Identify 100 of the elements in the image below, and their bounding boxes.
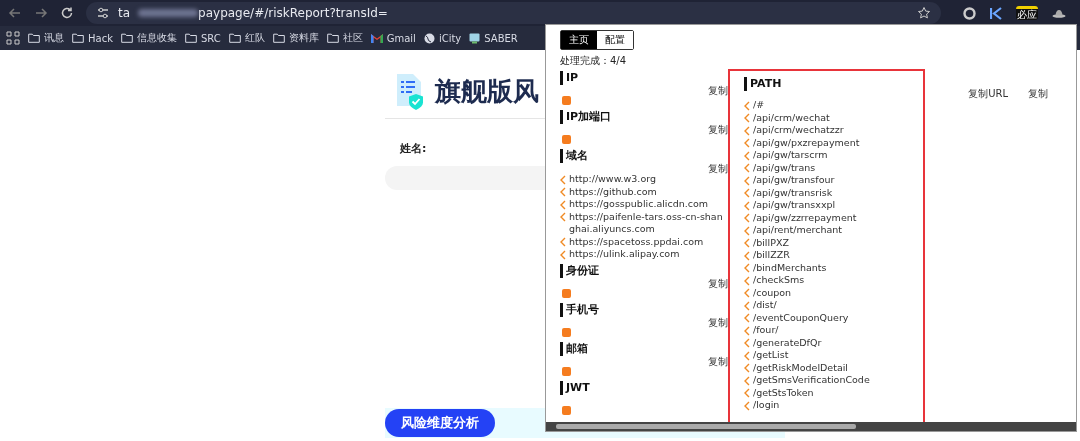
- path-item[interactable]: /api/gw/zzrrepayment: [753, 211, 857, 224]
- folder-icon: [28, 33, 40, 43]
- bookmark[interactable]: 红队: [228, 31, 265, 45]
- back-icon[interactable]: [8, 6, 22, 20]
- bookmark[interactable]: Gmail: [370, 32, 416, 44]
- copy-link[interactable]: 复制: [708, 85, 728, 95]
- path-item[interactable]: /eventCouponQuery: [753, 311, 849, 324]
- copy-link[interactable]: 复制: [708, 163, 728, 173]
- chevron-icon: [560, 237, 566, 247]
- section-heading: IP: [560, 71, 579, 85]
- section-heading: 域名: [560, 149, 588, 163]
- copy-link[interactable]: 复制: [1028, 88, 1048, 99]
- chevron-icon: [744, 188, 750, 198]
- copy-url-link[interactable]: 复制URL: [968, 88, 1008, 99]
- path-item[interactable]: /checkSms: [753, 274, 805, 287]
- domain-link[interactable]: https://github.com: [569, 185, 657, 198]
- folder-icon: [272, 33, 285, 43]
- address-bar[interactable]: ta paypage/#/riskReport?transId=: [86, 2, 941, 24]
- bookmark[interactable]: 信息收集: [120, 31, 177, 45]
- path-item[interactable]: /api/crm/wechat: [753, 111, 830, 124]
- chevron-icon: [744, 250, 750, 261]
- extension-badge[interactable]: 必应: [1016, 6, 1038, 20]
- copy-link[interactable]: 复制: [708, 355, 728, 366]
- chevron-icon: [560, 212, 566, 222]
- chevron-icon: [744, 200, 750, 211]
- folder-icon: [326, 33, 339, 43]
- copy-link[interactable]: 复制: [708, 124, 728, 134]
- risk-analysis-button[interactable]: 风险维度分析: [385, 409, 495, 437]
- domain-link[interactable]: https://gosspublic.alicdn.com: [569, 198, 709, 211]
- ring-icon[interactable]: [963, 6, 976, 20]
- apps-icon[interactable]: [6, 31, 20, 45]
- chevron-icon: [560, 249, 566, 260]
- horizontal-scrollbar[interactable]: [546, 422, 1076, 431]
- status-text: 处理完成：4/4: [560, 54, 627, 68]
- chevron-icon: [744, 375, 750, 386]
- domain-link[interactable]: http://www.w3.org: [569, 173, 656, 186]
- chevron-icon: [744, 325, 750, 336]
- bookmark[interactable]: Hack: [72, 32, 113, 44]
- domain-link[interactable]: https://ulink.alipay.com: [569, 248, 680, 261]
- chevron-icon: [744, 400, 750, 411]
- path-item[interactable]: /generateDfQr: [753, 336, 822, 349]
- bookmark[interactable]: SRC: [184, 32, 221, 44]
- hat-icon[interactable]: [1052, 8, 1066, 18]
- chevron-icon: [744, 213, 750, 223]
- path-item[interactable]: /getSmsVerificationCode: [753, 374, 870, 387]
- reload-icon[interactable]: [60, 6, 74, 20]
- name-label: 姓名:: [400, 141, 427, 156]
- path-item[interactable]: /api/gw/transrisk: [753, 186, 833, 199]
- folder-icon: [184, 33, 197, 43]
- copy-link[interactable]: 复制: [708, 316, 728, 327]
- path-item[interactable]: /api/gw/transfour: [753, 174, 835, 187]
- path-item[interactable]: /api/gw/trans: [753, 161, 816, 174]
- path-item[interactable]: /api/gw/pxzrepayment: [753, 136, 860, 149]
- bookmark[interactable]: SABER: [469, 32, 518, 44]
- section-heading: 身份证: [560, 263, 599, 278]
- path-item[interactable]: /bindMerchants: [753, 261, 827, 274]
- star-icon[interactable]: [917, 6, 931, 20]
- bookmark[interactable]: 资料库: [272, 31, 319, 45]
- copy-link[interactable]: 复制: [708, 277, 728, 288]
- path-item[interactable]: /getList: [753, 349, 789, 362]
- path-item[interactable]: /#: [753, 99, 765, 112]
- folder-icon: [120, 33, 133, 43]
- path-item[interactable]: /billPXZ: [753, 236, 789, 249]
- path-item[interactable]: /api/gw/transxxpl: [753, 199, 836, 212]
- path-item[interactable]: /api/crm/wechatzzr: [753, 124, 844, 137]
- k-icon[interactable]: [990, 6, 1002, 20]
- bookmark[interactable]: 社区: [326, 31, 363, 45]
- forward-icon[interactable]: [34, 6, 48, 20]
- domain-link[interactable]: https://spacetoss.ppdai.com: [569, 235, 704, 248]
- path-item[interactable]: /billZZR: [753, 249, 790, 262]
- bookmark[interactable]: 讯息: [28, 31, 64, 45]
- chevron-icon: [744, 388, 750, 398]
- globe-icon: [423, 32, 435, 44]
- blurred-url-part: [138, 9, 199, 17]
- path-item[interactable]: /getStsToken: [753, 386, 814, 399]
- section-heading: 邮箱: [560, 341, 588, 356]
- chevron-icon: [744, 238, 750, 248]
- bookmark[interactable]: iCity: [423, 32, 462, 44]
- tab[interactable]: 主页: [561, 31, 597, 49]
- chevron-icon: [744, 350, 750, 361]
- chevron-icon: [744, 363, 750, 373]
- folder-icon: [228, 33, 241, 43]
- path-item[interactable]: /dist/: [753, 299, 777, 312]
- url-text: paypage/#/riskReport?transId=: [198, 6, 389, 20]
- chevron-icon: [744, 263, 750, 273]
- section-heading: 手机号: [560, 302, 599, 317]
- path-item[interactable]: /getRiskModelDetail: [753, 361, 848, 374]
- path-item[interactable]: /login: [753, 399, 780, 412]
- path-item[interactable]: /api/gw/tarscrm: [753, 149, 828, 162]
- app-icon: [469, 32, 481, 44]
- chevron-icon: [744, 163, 750, 173]
- chevron-icon: [560, 174, 566, 185]
- path-item[interactable]: /four/: [753, 324, 779, 337]
- path-item[interactable]: /api/rent/merchant: [753, 224, 842, 237]
- path-item[interactable]: /coupon: [753, 286, 792, 299]
- folder-icon: [72, 33, 84, 43]
- chevron-icon: [744, 275, 750, 286]
- chevron-icon: [744, 125, 750, 136]
- empty-result-icon: [562, 288, 571, 298]
- document-shield-icon: [395, 72, 425, 110]
